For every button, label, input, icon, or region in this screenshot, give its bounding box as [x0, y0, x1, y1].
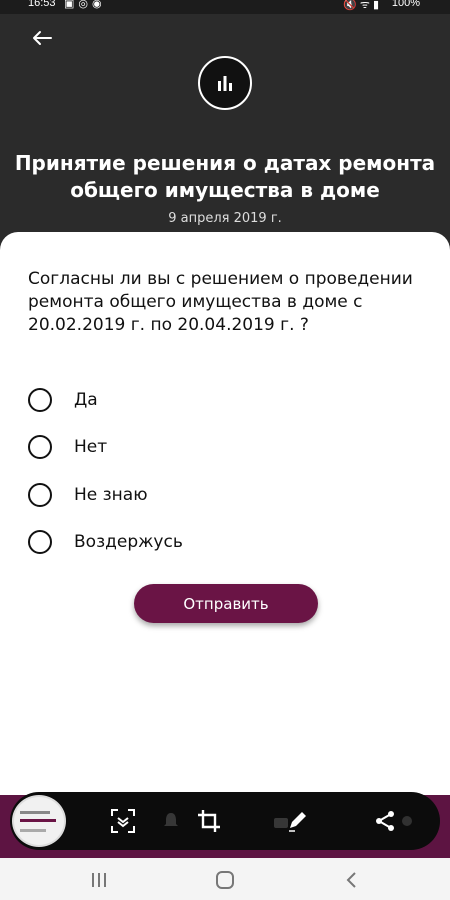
share-icon — [376, 811, 394, 831]
bar-chart-icon — [218, 76, 232, 91]
poll-badge — [198, 56, 252, 110]
whatsapp-icon: ◎ — [78, 0, 93, 10]
arrow-left-icon — [33, 31, 52, 45]
option-label: Да — [74, 389, 98, 410]
bell-icon — [154, 804, 188, 838]
mute-icon: 🔇 — [343, 0, 360, 11]
nav-back-button[interactable] — [336, 867, 366, 893]
radio-button[interactable] — [28, 482, 52, 507]
option-abstain[interactable]: Воздержусь — [28, 519, 183, 567]
radio-button[interactable] — [28, 530, 52, 555]
option-label: Воздержусь — [74, 532, 183, 553]
status-bar: 16:53 ▣◎◉ 🔇ᯤ▮ 100% — [0, 0, 450, 14]
page-title: Принятие решения о датах ремонта общего … — [14, 151, 436, 202]
submit-button[interactable]: Отправить — [134, 584, 318, 623]
system-nav-bar — [0, 858, 450, 900]
screenshot-toolbar — [10, 792, 440, 850]
option-no[interactable]: Нет — [28, 424, 183, 472]
scroll-capture-button[interactable] — [106, 804, 140, 838]
poll-date: 9 апреля 2019 г. — [168, 211, 282, 226]
screenshot-thumbnail[interactable] — [12, 795, 66, 847]
draw-button[interactable] — [280, 804, 314, 838]
poll-options: Да Нет Не знаю Воздержусь — [28, 376, 183, 566]
back-icon — [346, 872, 356, 888]
poll-question: Согласны ли вы с решением о проведении р… — [28, 269, 413, 335]
radio-button[interactable] — [28, 435, 52, 460]
scroll-capture-icon — [111, 809, 135, 833]
home-button[interactable] — [210, 867, 240, 893]
status-time: 16:53 — [28, 0, 56, 9]
share-button[interactable] — [368, 804, 402, 838]
image-icon: ▣ — [64, 0, 79, 10]
battery-level: 100% — [391, 0, 420, 9]
radio-button[interactable] — [28, 387, 52, 412]
pencil-icon — [289, 812, 306, 832]
option-label: Нет — [74, 437, 108, 458]
crop-icon — [198, 810, 220, 832]
status-right-icons: 🔇ᯤ▮ — [343, 0, 382, 12]
home-icon — [216, 871, 234, 889]
notification-icon: ◉ — [92, 0, 106, 10]
status-left-icons: ▣◎◉ — [64, 0, 106, 10]
option-dont-know[interactable]: Не знаю — [28, 471, 183, 519]
poll-header: Принятие решения о датах ремонта общего … — [0, 14, 450, 254]
signal-icon: ▮ — [372, 0, 382, 11]
option-yes[interactable]: Да — [28, 376, 183, 424]
option-label: Не знаю — [74, 484, 148, 505]
back-button[interactable] — [26, 24, 58, 52]
wifi-icon: ᯤ — [359, 0, 373, 11]
recents-button[interactable] — [84, 867, 114, 893]
recents-icon — [92, 873, 106, 887]
crop-button[interactable] — [192, 804, 226, 838]
poll-card: Согласны ли вы с решением о проведении р… — [0, 232, 450, 812]
